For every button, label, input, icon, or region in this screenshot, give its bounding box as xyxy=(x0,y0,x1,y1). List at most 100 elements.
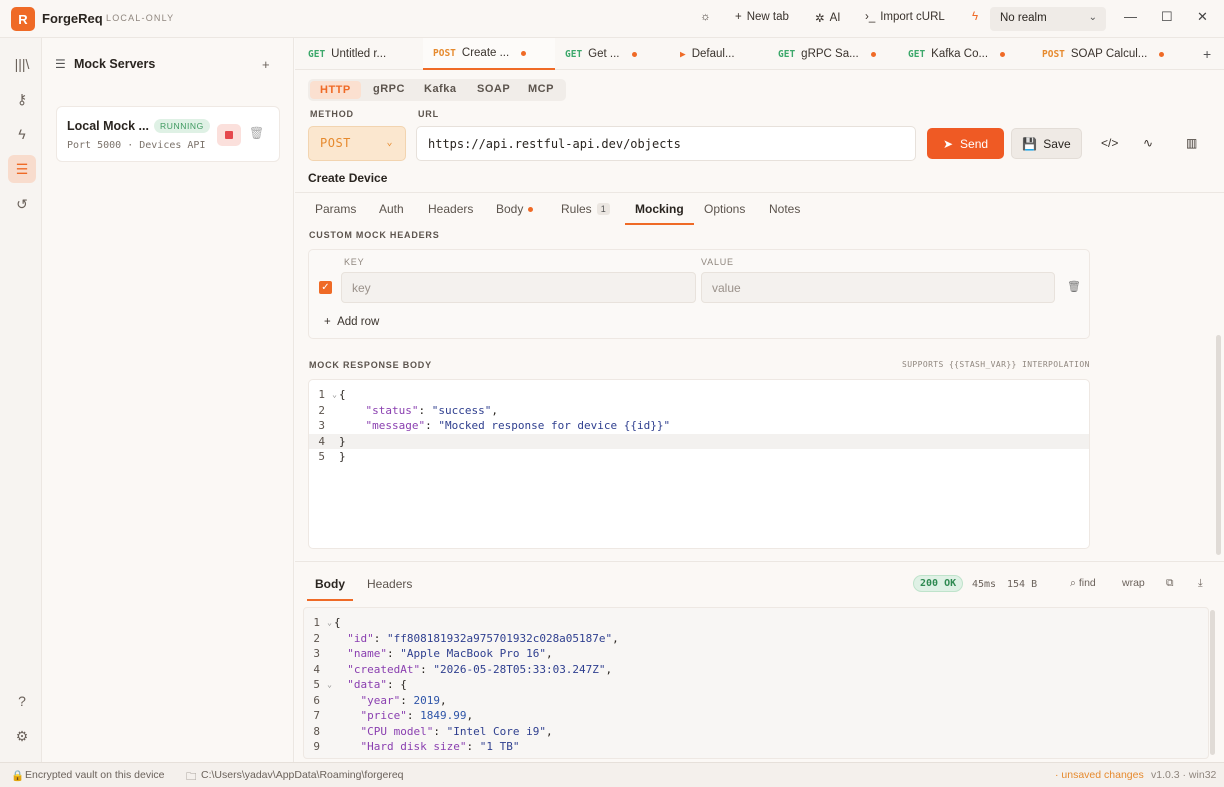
data-path: C:\Users\yadav\AppData\Roaming\forgereq xyxy=(201,769,404,781)
request-tab[interactable]: GET Get ... xyxy=(555,38,647,70)
header-key-input[interactable]: key xyxy=(341,272,696,303)
delete-row-icon[interactable]: 🗑 xyxy=(1067,280,1081,293)
code-line: 2 "id": "ff808181932a975701932c028a05187… xyxy=(313,631,619,645)
url-label: URL xyxy=(418,109,439,119)
minimize-button[interactable]: — xyxy=(1124,9,1137,24)
new-tab-button[interactable]: + New tab xyxy=(735,11,789,23)
tab-body[interactable]: Body xyxy=(496,202,534,216)
header-value-input[interactable]: value xyxy=(701,272,1055,303)
tab-mocking[interactable]: Mocking xyxy=(625,202,694,225)
key-column-header: KEY xyxy=(344,257,365,267)
tab-params[interactable]: Params xyxy=(315,202,356,216)
request-tab[interactable]: POST SOAP Calcul... xyxy=(1032,38,1174,70)
tab-headers[interactable]: Headers xyxy=(428,202,473,216)
request-tab[interactable]: GET Kafka Co... xyxy=(898,38,1015,70)
copy-icon[interactable]: ⧉ xyxy=(1166,577,1174,590)
code-text: "id": "ff808181932a975701932c028a05187e"… xyxy=(347,631,619,645)
mock-server-details: Port 5000 · Devices API xyxy=(67,140,206,151)
close-button[interactable]: ✕ xyxy=(1197,9,1208,25)
plus-icon: + xyxy=(324,316,331,328)
unsaved-changes: · unsaved changes xyxy=(1055,769,1144,781)
tab-rules[interactable]: Rules 1 xyxy=(561,202,610,216)
library-icon[interactable]: |||\ xyxy=(8,50,36,78)
code-line: 3 "name": "Apple MacBook Pro 16", xyxy=(313,647,553,660)
theme-toggle-button[interactable]: ☼ xyxy=(700,11,711,23)
protocol-soap[interactable]: SOAP xyxy=(477,83,510,95)
add-server-button[interactable]: + xyxy=(262,57,270,72)
response-tab-body[interactable]: Body xyxy=(307,577,353,601)
main-scrollbar[interactable] xyxy=(1216,335,1221,555)
key-icon[interactable]: ⚷ xyxy=(8,85,36,113)
request-tab-strip: GET Untitled r... POST Create ... GET Get .… xyxy=(295,38,1224,70)
response-tab-headers[interactable]: Headers xyxy=(367,577,412,591)
fold-chevron-icon[interactable]: ⌄ xyxy=(332,387,337,403)
tab-auth[interactable]: Auth xyxy=(379,202,404,216)
code-text: "Hard disk size": "1 TB" xyxy=(360,740,520,753)
app-logo: R xyxy=(11,7,35,31)
add-tab-button[interactable]: + xyxy=(1203,46,1211,62)
request-tab[interactable]: GET gRPC Sa... xyxy=(768,38,886,70)
wrap-button[interactable]: wrap xyxy=(1122,577,1145,589)
protocol-grpc[interactable]: gRPC xyxy=(373,83,405,95)
status-badge: RUNNING xyxy=(154,119,210,133)
code-line-current: 4} xyxy=(309,433,1089,449)
delete-server-icon[interactable]: 🗑 xyxy=(249,126,264,140)
save-icon: 💾 xyxy=(1022,136,1038,151)
local-only-badge: LOCAL-ONLY xyxy=(106,13,175,23)
history-icon[interactable]: ↺ xyxy=(8,190,36,218)
code-text: "price": 1849.99, xyxy=(360,709,474,722)
request-tab[interactable]: ▶ Defaul... xyxy=(670,38,745,70)
panel-toggle-icon[interactable]: ▥ xyxy=(1186,136,1197,150)
title-bar: R ForgeReq LOCAL-ONLY ☼ + New tab ✲ AI ›_ I… xyxy=(0,0,1224,38)
activity-icon[interactable]: ∿ xyxy=(1143,136,1153,150)
response-size: 154 B xyxy=(1007,579,1038,590)
enable-header-checkbox[interactable]: ✓ xyxy=(319,281,332,294)
code-icon[interactable]: </> xyxy=(1101,136,1118,150)
url-input[interactable]: https://api.restful-api.dev/objects xyxy=(416,126,916,161)
method-select[interactable]: POST ⌄ xyxy=(308,126,406,161)
gear-icon[interactable]: ⚙ xyxy=(8,722,36,750)
protocol-switcher: HTTP gRPC Kafka SOAP MCP xyxy=(308,79,566,101)
request-subtabs: Params Auth Headers Body Rules 1 Mocking … xyxy=(295,192,1224,226)
method-label: METHOD xyxy=(310,109,354,119)
protocol-http[interactable]: HTTP xyxy=(310,81,361,99)
request-tab-active[interactable]: POST Create ... xyxy=(423,38,555,70)
terminal-icon: ›_ xyxy=(865,11,876,23)
protocol-kafka[interactable]: Kafka xyxy=(424,83,456,95)
unsaved-dot xyxy=(631,51,637,57)
fold-chevron-icon[interactable]: ⌄ xyxy=(327,677,332,693)
mock-server-card[interactable]: Local Mock ... RUNNING Port 5000 · Devic… xyxy=(56,106,280,162)
protocol-mcp[interactable]: MCP xyxy=(528,83,554,95)
realm-select[interactable]: No realm ⌄ xyxy=(990,7,1106,31)
add-row-button[interactable]: + Add row xyxy=(324,316,379,328)
ai-button[interactable]: ✲ AI xyxy=(815,11,841,25)
code-text: "message": "Mocked response for device {… xyxy=(365,419,671,432)
request-tab[interactable]: GET Untitled r... xyxy=(298,38,396,70)
code-line: 1 ⌄{ xyxy=(318,387,346,403)
response-body-viewer[interactable]: 1 ⌄{ 2 "id": "ff808181932a975701932c028a0… xyxy=(303,607,1209,759)
code-line: 9 "Hard disk size": "1 TB" xyxy=(313,740,520,753)
send-button[interactable]: ➤ Send xyxy=(927,128,1004,159)
code-line: 5 ⌄ "data": { xyxy=(313,677,407,693)
code-line: 4 "createdAt": "2026-05-28T05:33:03.247Z… xyxy=(313,662,613,676)
send-icon: ➤ xyxy=(942,136,954,151)
vault-status: Encrypted vault on this device xyxy=(25,769,165,781)
response-scrollbar[interactable] xyxy=(1210,610,1215,755)
tab-notes[interactable]: Notes xyxy=(769,202,800,216)
mock-response-body-title: MOCK RESPONSE BODY xyxy=(309,360,432,370)
maximize-button[interactable]: ☐ xyxy=(1161,9,1173,25)
stop-server-button[interactable] xyxy=(217,124,241,146)
mock-body-editor[interactable]: 1 ⌄{ 2 "status": "success", 3 "message": … xyxy=(308,379,1090,549)
download-icon[interactable]: ⤓ xyxy=(1198,577,1203,590)
request-editor: HTTP gRPC Kafka SOAP MCP METHOD URL POST… xyxy=(295,70,1224,560)
find-button[interactable]: ⌕ find xyxy=(1070,577,1096,590)
save-button[interactable]: 💾 Save xyxy=(1011,128,1082,159)
bolt-icon[interactable]: ϟ xyxy=(8,120,36,148)
app-name: ForgeReq xyxy=(42,11,103,26)
tab-options[interactable]: Options xyxy=(704,202,745,216)
help-icon[interactable]: ? xyxy=(8,687,36,715)
fold-chevron-icon[interactable]: ⌄ xyxy=(327,615,332,631)
server-icon[interactable]: ☰ xyxy=(8,155,36,183)
import-curl-button[interactable]: ›_ Import cURL xyxy=(865,11,945,23)
code-line: 3 "message": "Mocked response for device… xyxy=(318,419,671,432)
